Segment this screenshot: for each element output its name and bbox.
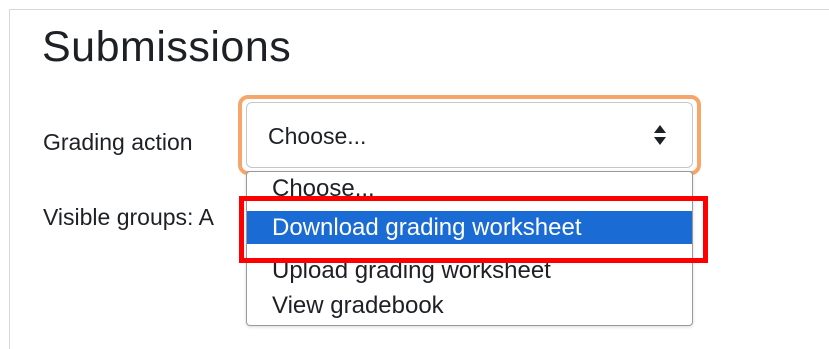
option-view-gradebook[interactable]: View gradebook — [247, 289, 692, 322]
annotation-highlight-box — [239, 196, 708, 263]
sort-arrows-icon — [654, 125, 666, 145]
grading-action-label: Grading action — [43, 129, 193, 155]
grading-action-select-value: Choose... — [268, 123, 367, 149]
visible-groups-label: Visible groups: A — [43, 204, 214, 230]
page-title: Submissions — [42, 23, 292, 71]
